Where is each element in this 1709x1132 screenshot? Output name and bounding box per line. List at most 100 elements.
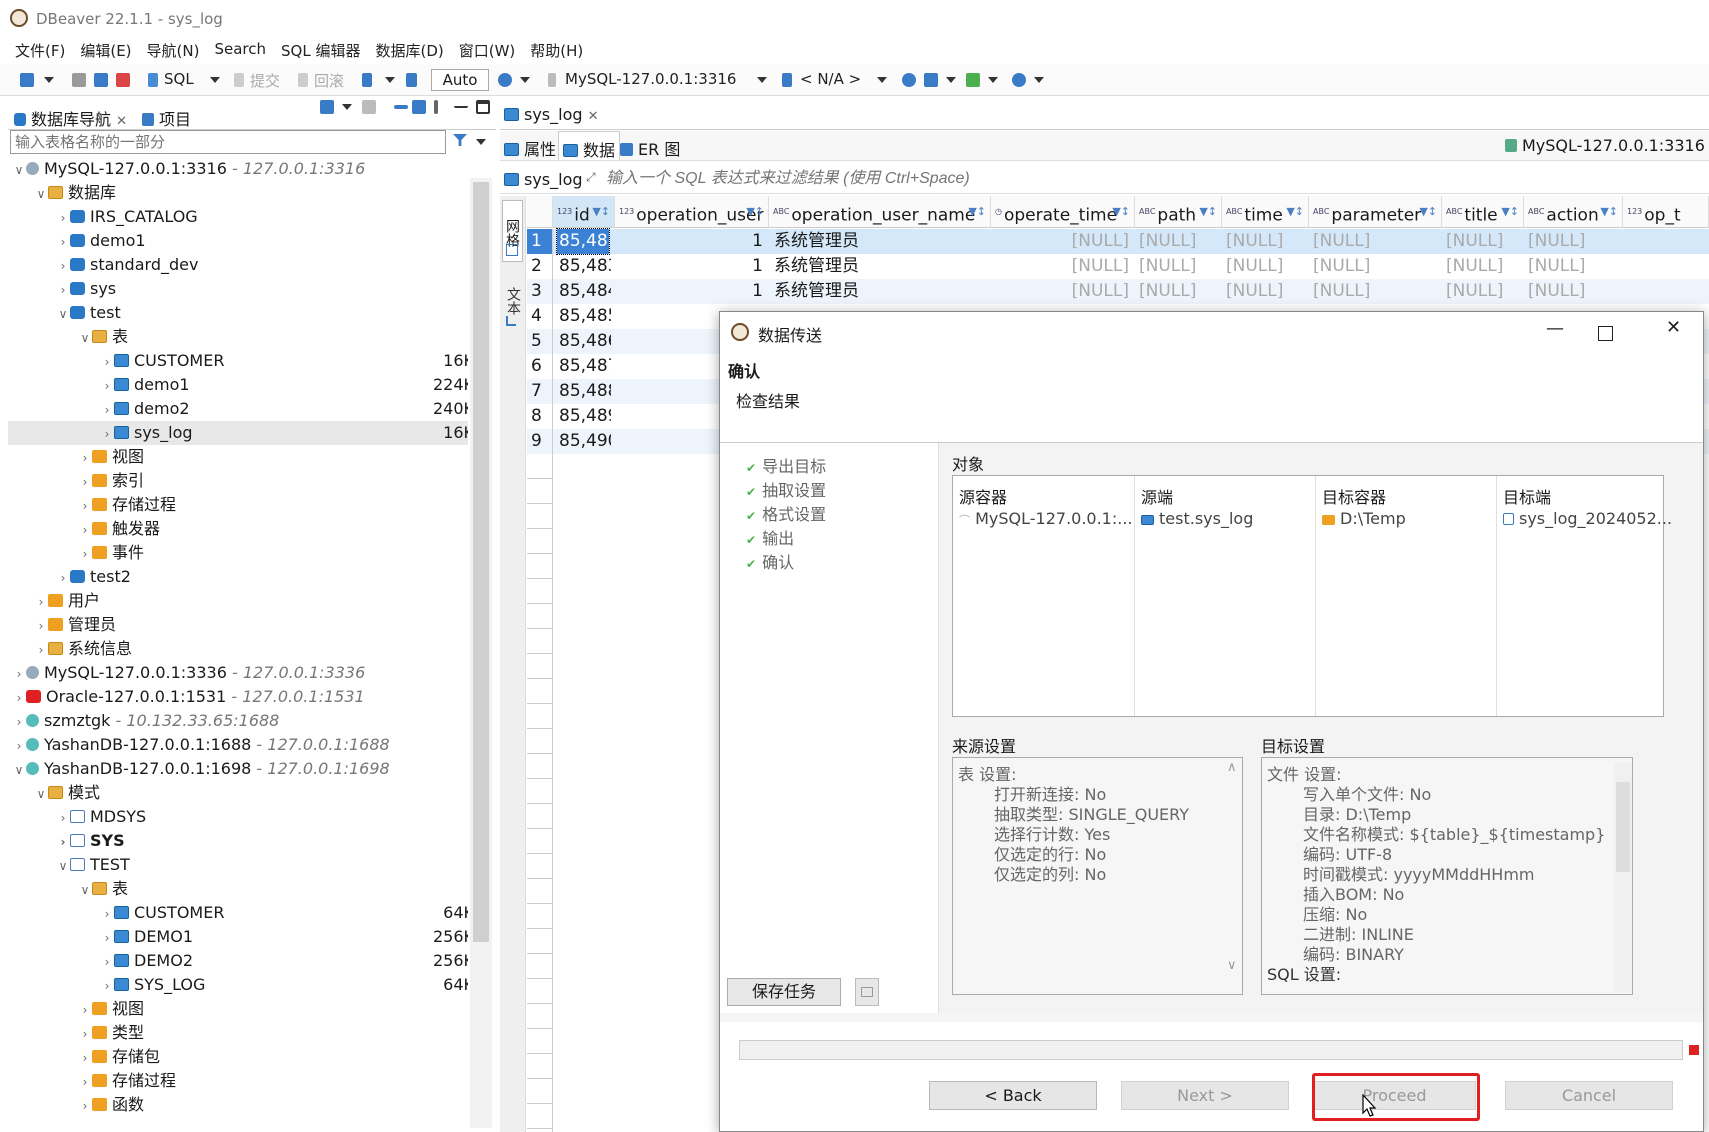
active-schema-selector[interactable]: < N/A > xyxy=(800,70,861,88)
tree-connection-mysql-3336[interactable]: › MySQL-127.0.0.1:3336 - 127.0.0.1:3336 xyxy=(12,661,366,686)
cell-time[interactable]: [NULL] xyxy=(1226,229,1306,254)
value-target-container[interactable]: D:\Temp xyxy=(1322,509,1406,528)
maximize-icon[interactable] xyxy=(476,100,490,114)
cancel-button[interactable]: Cancel xyxy=(1505,1081,1673,1110)
chevron-down-icon[interactable] xyxy=(385,77,395,83)
sort-icon[interactable]: ▼↕ xyxy=(1199,196,1217,227)
tasks-icon[interactable] xyxy=(924,73,938,87)
chevron-down-icon[interactable] xyxy=(946,77,956,83)
chevron-right-icon[interactable]: › xyxy=(78,1022,92,1046)
column-header-title[interactable]: ABC title ▼↕ xyxy=(1442,196,1524,228)
tree-tables[interactable]: ∨ 表 xyxy=(78,325,128,349)
rollback-button[interactable]: 回滚 xyxy=(314,70,344,91)
menu-sql-editor[interactable]: SQL 编辑器 xyxy=(281,34,360,62)
value-target[interactable]: sys_log_2024052... xyxy=(1503,509,1672,528)
tree-db-sys[interactable]: › sys xyxy=(56,277,117,302)
disconnect-icon[interactable] xyxy=(116,73,130,87)
column-header-id[interactable]: 123 id ▼↕ xyxy=(553,196,615,228)
menu-file[interactable]: 文件(F) xyxy=(15,34,65,62)
chevron-right-icon[interactable]: › xyxy=(56,566,70,590)
auto-commit-mode[interactable]: Auto xyxy=(431,69,489,91)
chevron-right-icon[interactable]: › xyxy=(34,614,48,638)
menu-help[interactable]: 帮助(H) xyxy=(530,34,583,62)
sort-icon[interactable]: ▼↕ xyxy=(592,196,610,227)
chevron-down-icon[interactable] xyxy=(342,104,352,110)
cell-operation-user-name[interactable]: 系统管理员 xyxy=(774,279,984,304)
scrollbar-thumb[interactable] xyxy=(473,182,489,942)
next-button[interactable]: Next > xyxy=(1121,1081,1289,1110)
cell-id[interactable]: 85,483 xyxy=(559,254,611,279)
chevron-down-icon[interactable] xyxy=(476,139,486,145)
cell-operation-user[interactable]: 1 xyxy=(615,279,763,304)
tab-projects[interactable]: 项目 xyxy=(142,106,191,130)
commit-button[interactable]: 提交 xyxy=(250,70,280,91)
reconnect-icon[interactable] xyxy=(94,73,108,87)
chevron-down-icon[interactable] xyxy=(877,77,887,83)
chevron-right-icon[interactable]: › xyxy=(100,926,114,950)
collapse-all-icon[interactable] xyxy=(362,100,376,114)
tree-schema-mdsys[interactable]: › MDSYS xyxy=(56,805,147,830)
table-row[interactable]: 1 85,482 1 系统管理员 [NULL] [NULL] [NULL] [N… xyxy=(527,228,1709,255)
chevron-down-icon[interactable] xyxy=(757,77,767,83)
chevron-down-icon[interactable] xyxy=(44,77,54,83)
tree-schema-sys[interactable]: › SYS xyxy=(56,829,125,853)
cell-operation-user-name[interactable]: 系统管理员 xyxy=(774,229,984,254)
tree-table-customer-2[interactable]: ›CUSTOMER64K xyxy=(100,901,468,925)
active-connection-selector[interactable]: MySQL-127.0.0.1:3316 xyxy=(565,70,736,88)
chevron-right-icon[interactable]: › xyxy=(56,806,70,830)
chevron-right-icon[interactable]: › xyxy=(78,518,92,542)
chevron-right-icon[interactable]: › xyxy=(78,494,92,518)
tree-db-standard-dev[interactable]: › standard_dev xyxy=(56,253,199,277)
tree-connection-yashan-1698[interactable]: ∨ YashanDB-127.0.0.1:1698 - 127.0.0.1:169… xyxy=(12,757,390,781)
tree-procedures-2[interactable]: › 存储过程 xyxy=(78,1069,176,1093)
save-task-button[interactable]: 保存任务 xyxy=(727,978,841,1006)
tree-schema-test[interactable]: ∨ TEST xyxy=(56,853,130,877)
close-icon[interactable]: ✕ xyxy=(116,114,127,129)
chevron-down-icon[interactable]: ∨ xyxy=(56,854,70,878)
cell-path[interactable]: [NULL] xyxy=(1139,254,1219,279)
chevron-right-icon[interactable]: › xyxy=(12,662,26,686)
sort-icon[interactable]: ▼↕ xyxy=(1600,196,1618,227)
tree-views-2[interactable]: › 视图 xyxy=(78,997,144,1021)
chevron-right-icon[interactable]: › xyxy=(12,686,26,710)
tree-table-demo2-2[interactable]: ›DEMO2256K xyxy=(100,949,468,973)
target-settings-box[interactable]: 文件 设置: 写入单个文件: No 目录: D:\Temp 文件名称模式: ${… xyxy=(1261,757,1633,995)
view-menu-icon[interactable] xyxy=(434,100,438,114)
cell-operate-time[interactable]: [NULL] xyxy=(991,254,1129,279)
chevron-right-icon[interactable]: › xyxy=(100,350,114,374)
chevron-right-icon[interactable]: › xyxy=(100,398,114,422)
minus-icon[interactable] xyxy=(394,105,408,109)
column-header-operate-time[interactable]: ◷ operate_time ▼↕ xyxy=(991,196,1135,228)
menu-database[interactable]: 数据库(D) xyxy=(375,34,443,62)
new-connection-icon[interactable] xyxy=(320,100,334,114)
menu-window[interactable]: 窗口(W) xyxy=(459,34,516,62)
chevron-right-icon[interactable]: › xyxy=(78,470,92,494)
tree-types[interactable]: › 类型 xyxy=(78,1021,144,1045)
tree-users[interactable]: › 用户 xyxy=(34,589,100,613)
tree-system-info[interactable]: › 系统信息 xyxy=(34,637,132,661)
column-header-operation-user[interactable]: 123 operation_user ▼↕ xyxy=(615,196,769,228)
cell-action[interactable]: [NULL] xyxy=(1528,254,1618,279)
navigator-scrollbar[interactable] xyxy=(470,178,492,1128)
chevron-right-icon[interactable]: › xyxy=(100,422,114,446)
chevron-right-icon[interactable]: › xyxy=(78,1094,92,1118)
chevron-right-icon[interactable]: › xyxy=(34,638,48,662)
tab-sys-log[interactable]: sys_log ✕ xyxy=(504,105,599,124)
cell-title[interactable]: [NULL] xyxy=(1446,229,1521,254)
tree-db-irs-catalog[interactable]: › IRS_CATALOG xyxy=(56,205,198,229)
chevron-right-icon[interactable]: › xyxy=(56,230,70,254)
value-source-container[interactable]: ⌒ MySQL-127.0.0.1:... xyxy=(959,509,1133,528)
tree-table-sys-log[interactable]: ›sys_log16K xyxy=(8,421,468,445)
chevron-right-icon[interactable]: › xyxy=(78,1070,92,1094)
tree-tables-2[interactable]: ∨ 表 xyxy=(78,877,128,901)
step-output[interactable]: ✔ 输出 xyxy=(746,525,794,549)
chevron-right-icon[interactable]: › xyxy=(100,374,114,398)
tree-admins[interactable]: › 管理员 xyxy=(34,613,116,637)
chevron-down-icon[interactable] xyxy=(988,77,998,83)
sort-icon[interactable]: ▼↕ xyxy=(1112,196,1130,227)
cell-operate-time[interactable]: [NULL] xyxy=(991,229,1129,254)
cell-parameter[interactable]: [NULL] xyxy=(1313,279,1433,304)
chevron-right-icon[interactable]: › xyxy=(56,278,70,302)
column-header-time[interactable]: ABC time ▼↕ xyxy=(1222,196,1309,228)
cell-operation-user[interactable]: 1 xyxy=(615,254,763,279)
